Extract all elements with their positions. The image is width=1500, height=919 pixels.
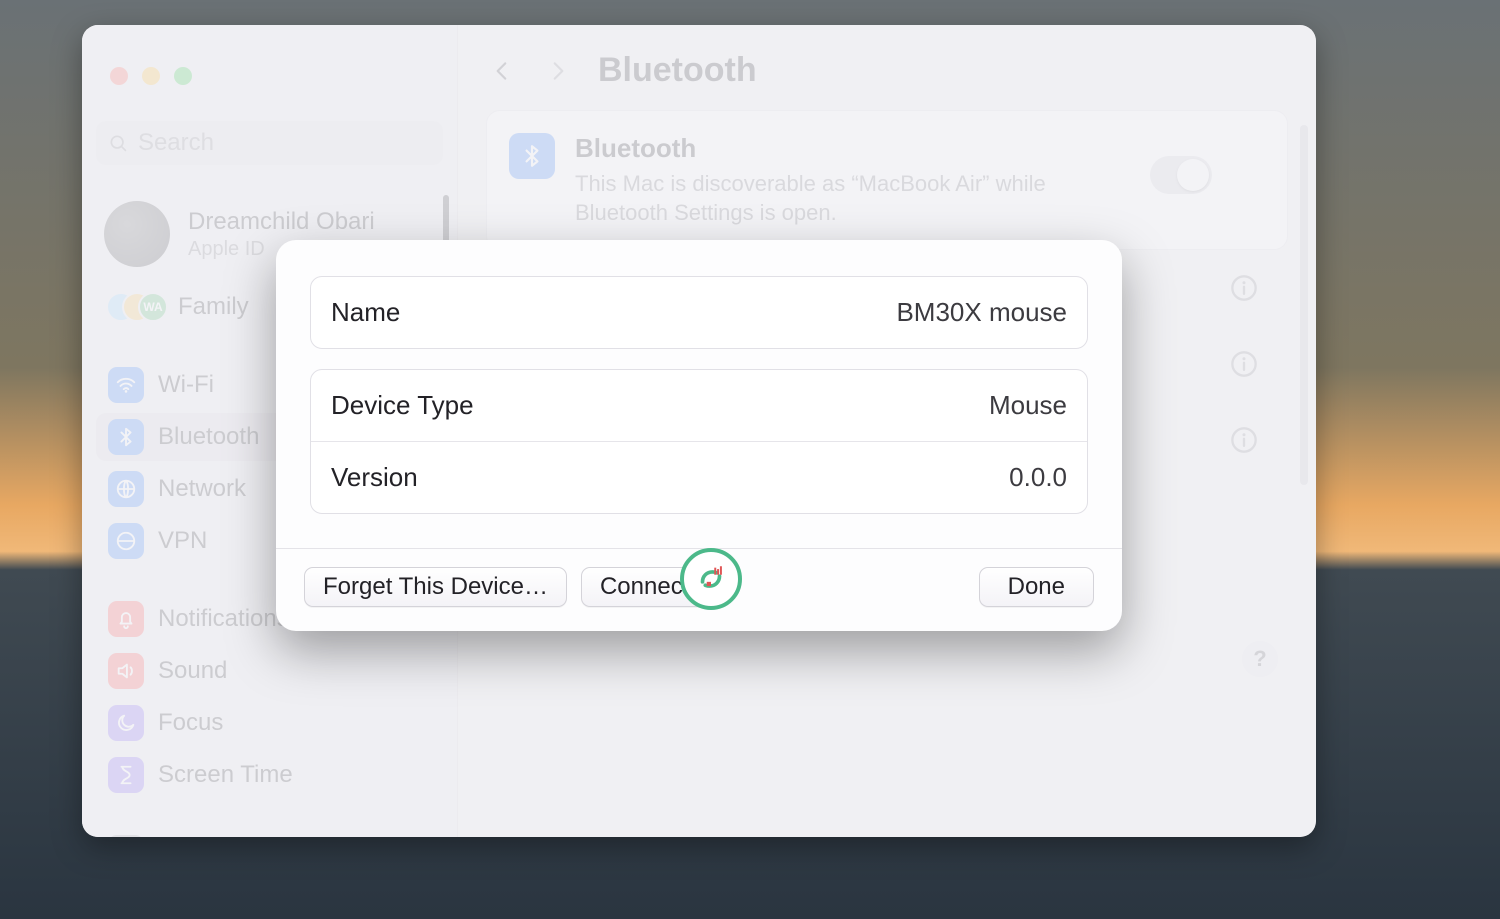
device-version-row: Version 0.0.0	[311, 442, 1087, 513]
forget-device-button[interactable]: Forget This Device…	[304, 567, 567, 607]
row-value: BM30X mouse	[896, 297, 1067, 328]
watermark-badge	[680, 548, 742, 610]
device-spec-list: Device Type Mouse Version 0.0.0	[310, 369, 1088, 514]
device-type-row: Device Type Mouse	[311, 370, 1087, 442]
row-label: Version	[331, 462, 418, 493]
row-value: Mouse	[989, 390, 1067, 421]
done-button[interactable]: Done	[979, 567, 1094, 607]
row-value: 0.0.0	[1009, 462, 1067, 493]
row-label: Name	[331, 297, 400, 328]
device-name-row: Name BM30X mouse	[311, 277, 1087, 348]
row-label: Device Type	[331, 390, 474, 421]
device-details-list: Name BM30X mouse	[310, 276, 1088, 349]
